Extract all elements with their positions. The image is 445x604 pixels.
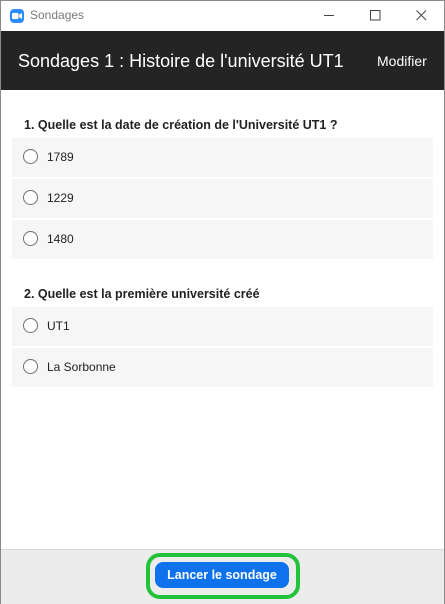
maximize-button[interactable] — [352, 1, 398, 31]
option-label: 1789 — [47, 150, 74, 164]
question-1-option-1[interactable]: 1789 — [12, 138, 433, 177]
option-label: La Sorbonne — [47, 360, 116, 374]
poll-window: Sondages Sondages 1 : Histoire de l'univ… — [0, 0, 445, 604]
question-2-option-2[interactable]: La Sorbonne — [12, 348, 433, 387]
radio-button[interactable] — [23, 149, 38, 164]
option-label: 1229 — [47, 191, 74, 205]
radio-button[interactable] — [23, 318, 38, 333]
poll-title: Sondages 1 : Histoire de l'université UT… — [18, 51, 344, 71]
poll-footer: Lancer le sondage — [1, 549, 444, 604]
title-bar: Sondages — [1, 1, 444, 31]
minimize-button[interactable] — [306, 1, 352, 31]
question-1-option-2[interactable]: 1229 — [12, 179, 433, 218]
question-1-title: 1. Quelle est la date de création de l'U… — [24, 118, 338, 132]
poll-header: Sondages 1 : Histoire de l'université UT… — [1, 31, 444, 90]
zoom-camera-icon — [10, 9, 24, 23]
window-title: Sondages — [30, 8, 85, 22]
question-2-title: 2. Quelle est la première université cré… — [24, 287, 260, 301]
radio-button[interactable] — [23, 231, 38, 246]
radio-button[interactable] — [23, 359, 38, 374]
edit-button[interactable]: Modifier — [377, 53, 427, 69]
option-label: 1480 — [47, 232, 74, 246]
close-button[interactable] — [398, 1, 444, 31]
launch-poll-button[interactable]: Lancer le sondage — [155, 562, 289, 588]
question-2-option-1[interactable]: UT1 — [12, 307, 433, 346]
radio-button[interactable] — [23, 190, 38, 205]
question-1-option-3[interactable]: 1480 — [12, 220, 433, 259]
option-label: UT1 — [47, 319, 70, 333]
